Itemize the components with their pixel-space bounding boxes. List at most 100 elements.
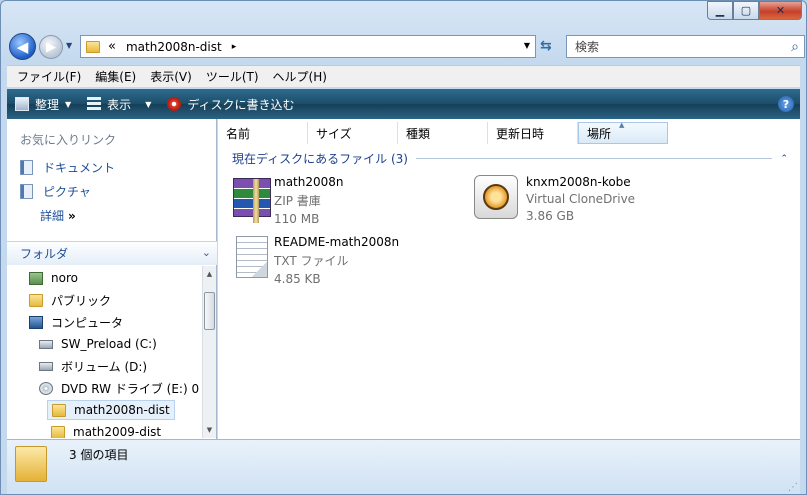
address-dropdown-icon[interactable]: ▼ <box>524 41 530 50</box>
column-name[interactable]: 名前 <box>218 122 308 144</box>
search-placeholder: 検索 <box>575 40 600 54</box>
file-name: knxm2008n-kobe <box>526 175 631 189</box>
refresh-button[interactable]: ⇆ <box>540 38 560 56</box>
dvd-drive-icon <box>39 381 53 395</box>
forward-button[interactable]: ▶ <box>39 35 63 59</box>
menu-tools[interactable]: ツール(T) <box>206 68 259 85</box>
folder-tree-scrollbar[interactable]: ▲ ▼ <box>202 266 216 438</box>
navigation-row: ◀ ▶ ▼ « math2008n-dist ▸ ▼ ⇆ 検索 ⌕ <box>9 31 805 61</box>
menu-help[interactable]: ヘルプ(H) <box>273 68 327 85</box>
tree-item-drive-c[interactable]: SW_Preload (C:) <box>39 334 157 354</box>
view-button[interactable]: 表示 ▼ <box>87 96 151 113</box>
navigation-pane: お気に入りリンク ドキュメント ピクチャ 詳細» フォルダ ⌄ noro パブリ… <box>7 119 217 439</box>
column-headers: 名前 サイズ 種類 更新日時 ▲ 場所 <box>218 121 668 144</box>
tree-label: math2009-dist <box>73 425 162 438</box>
column-modified[interactable]: 更新日時 <box>488 122 578 144</box>
recent-pages-dropdown[interactable]: ▼ <box>66 41 72 50</box>
favorite-pictures[interactable]: ピクチャ <box>20 183 91 200</box>
file-name: math2008n <box>274 175 344 189</box>
chevron-down-icon: ▼ <box>145 99 152 109</box>
menu-file[interactable]: ファイル(F) <box>17 68 81 85</box>
organize-label: 整理 <box>35 97 60 112</box>
column-location[interactable]: ▲ 場所 <box>578 121 668 144</box>
tree-item-computer[interactable]: コンピュータ <box>29 312 123 332</box>
documents-icon <box>20 160 33 175</box>
breadcrumb-arrow-icon[interactable]: ▸ <box>232 42 237 52</box>
more-favorites-link[interactable]: 詳細» <box>40 207 76 224</box>
tree-item-drive-d[interactable]: ボリューム (D:) <box>39 356 147 376</box>
tree-label: パブリック <box>51 293 112 308</box>
column-label: サイズ <box>316 126 352 141</box>
folder-large-icon <box>15 446 47 482</box>
back-button[interactable]: ◀ <box>9 33 36 60</box>
organize-button[interactable]: 整理 ▼ <box>15 96 71 113</box>
scroll-down-icon[interactable]: ▼ <box>203 422 216 438</box>
search-input[interactable]: 検索 ⌕ <box>566 35 805 58</box>
tree-label: DVD RW ドライブ (E:) 0 <box>61 381 200 396</box>
file-item[interactable]: knxm2008n-kobe Virtual CloneDrive 3.86 G… <box>474 175 635 223</box>
tree-item-dvd-drive[interactable]: DVD RW ドライブ (E:) 0 <box>39 378 199 398</box>
hard-drive-icon <box>39 339 53 349</box>
maximize-button[interactable]: ▢ <box>733 1 759 20</box>
file-size: 4.85 KB <box>274 272 321 286</box>
burn-disc-icon <box>167 97 182 111</box>
column-label: 場所 <box>587 126 612 141</box>
tree-label: math2008n-dist <box>74 403 170 417</box>
address-bar[interactable]: « math2008n-dist ▸ ▼ <box>80 35 536 58</box>
burn-label: ディスクに書き込む <box>187 97 295 112</box>
file-item[interactable]: README-math2008n TXT ファイル 4.85 KB <box>230 235 399 286</box>
close-button[interactable]: ✕ <box>759 1 802 20</box>
column-size[interactable]: サイズ <box>308 122 398 144</box>
breadcrumb-current[interactable]: math2008n-dist <box>126 40 222 54</box>
explorer-window: ▁ ▢ ✕ ◀ ▶ ▼ « math2008n-dist ▸ ▼ ⇆ 検索 ⌕ … <box>0 0 807 495</box>
burn-button[interactable]: ディスクに書き込む <box>167 96 295 113</box>
scroll-up-icon[interactable]: ▲ <box>203 266 216 282</box>
double-chevron-icon: » <box>68 209 76 223</box>
column-label: 名前 <box>226 126 251 141</box>
user-folder-icon <box>29 271 43 285</box>
computer-icon <box>29 315 43 329</box>
menu-bar: ファイル(F) 編集(E) 表示(V) ツール(T) ヘルプ(H) <box>7 65 800 87</box>
menu-view[interactable]: 表示(V) <box>150 68 192 85</box>
sort-ascending-icon: ▲ <box>619 121 625 129</box>
tree-item-noro[interactable]: noro <box>29 268 78 288</box>
folder-icon <box>29 293 43 307</box>
breadcrumb-overflow[interactable]: « <box>108 39 116 54</box>
chevron-down-icon: ▼ <box>65 99 72 109</box>
group-header[interactable]: 現在ディスクにあるファイル (3) ⌃ <box>232 150 788 167</box>
tree-label: コンピュータ <box>51 315 124 330</box>
window-controls: ▁ ▢ ✕ <box>707 1 802 20</box>
tree-item-public[interactable]: パブリック <box>29 290 111 310</box>
more-label: 詳細 <box>40 209 65 223</box>
minimize-button[interactable]: ▁ <box>707 1 733 20</box>
help-icon[interactable]: ? <box>778 96 794 112</box>
file-type: ZIP 書庫 <box>274 194 321 208</box>
tree-item-math2008n-dist[interactable]: math2008n-dist <box>47 400 175 420</box>
tree-item-math2009-dist[interactable]: math2009-dist <box>51 422 161 438</box>
folder-icon <box>52 403 66 417</box>
column-type[interactable]: 種類 <box>398 122 488 144</box>
organize-icon <box>15 97 29 111</box>
favorites-title: お気に入りリンク <box>20 133 117 147</box>
clonedrive-image-icon <box>474 175 518 219</box>
tree-label: ボリューム (D:) <box>61 359 148 374</box>
menu-edit[interactable]: 編集(E) <box>95 68 136 85</box>
resize-grip-icon[interactable]: ⋰ <box>788 482 798 493</box>
collapse-icon[interactable]: ⌃ <box>780 154 788 164</box>
search-icon[interactable]: ⌕ <box>791 39 799 55</box>
folders-header[interactable]: フォルダ ⌄ <box>7 241 217 265</box>
file-item[interactable]: math2008n ZIP 書庫 110 MB <box>230 175 344 226</box>
chevron-down-icon[interactable]: ⌄ <box>202 246 211 259</box>
zip-archive-icon <box>233 178 271 223</box>
favorite-label: ピクチャ <box>43 185 91 199</box>
file-size: 110 MB <box>274 212 320 226</box>
folder-icon <box>51 425 65 438</box>
favorite-documents[interactable]: ドキュメント <box>20 159 115 176</box>
scroll-thumb[interactable] <box>204 292 215 330</box>
file-name: README-math2008n <box>274 235 400 249</box>
tree-label: SW_Preload (C:) <box>61 337 157 351</box>
file-type: TXT ファイル <box>274 254 349 268</box>
command-bar: 整理 ▼ 表示 ▼ ディスクに書き込む ? <box>7 89 800 119</box>
folders-title: フォルダ <box>20 247 69 261</box>
details-pane: 3 個の項目 ⋰ <box>7 439 800 494</box>
